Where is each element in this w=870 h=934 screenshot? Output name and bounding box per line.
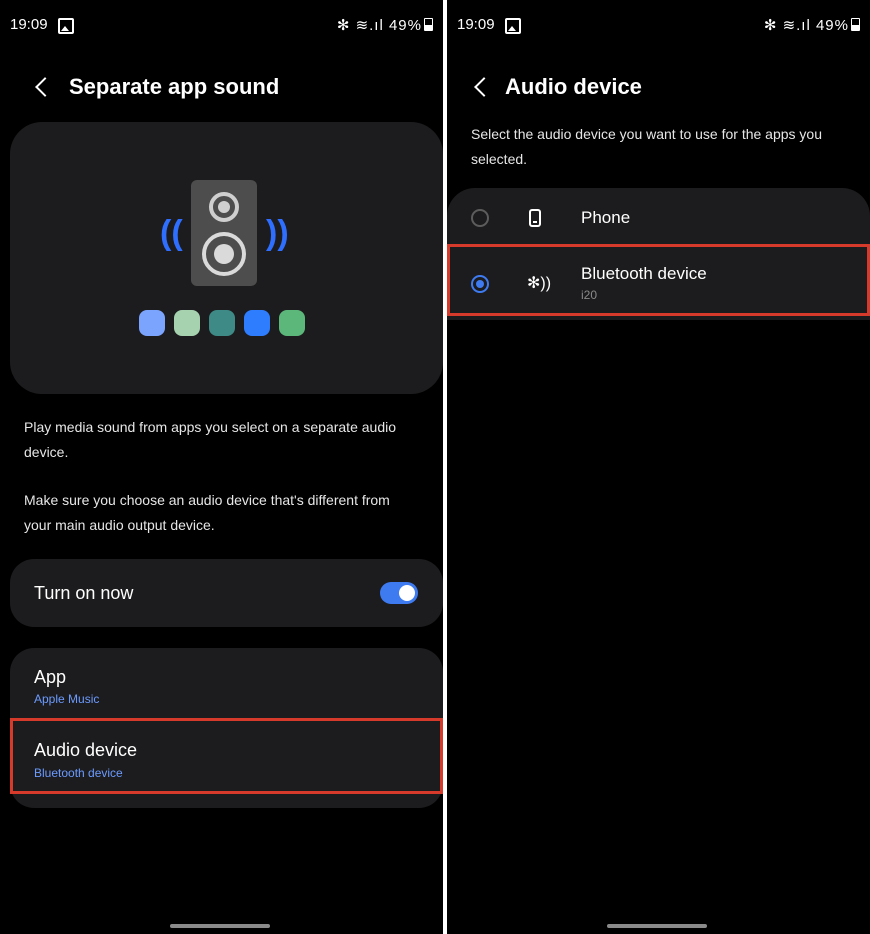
phone-radio[interactable] — [471, 209, 489, 227]
speaker-woofer — [202, 232, 246, 276]
gallery-notification-icon — [58, 18, 74, 34]
status-indicators: ✻ ≋.ıl 49% — [336, 17, 422, 34]
toggle-knob — [399, 585, 415, 601]
app-dot-4 — [244, 310, 270, 336]
status-icons: ✻ ≋.ıl 49% — [337, 16, 433, 34]
speaker-icon — [191, 180, 257, 286]
status-indicators: ✻ ≋.ıl 49% — [763, 17, 849, 34]
page-title: Audio device — [505, 74, 642, 99]
separate-app-sound-screen: 19:09 ✻ ≋.ıl 49% Separate app sound (( )… — [0, 0, 443, 934]
audio-device-highlight-box — [10, 718, 443, 794]
feature-description: Play media sound from apps you select on… — [24, 419, 397, 460]
turn-on-now-label: Turn on now — [34, 583, 134, 603]
sound-wave-left-icon: (( — [160, 214, 183, 252]
battery-icon — [851, 18, 860, 31]
status-time: 19:09 — [457, 16, 495, 33]
audio-device-screen: 19:09 ✻ ≋.ıl 49% Audio device Select the… — [447, 0, 870, 934]
status-icons: ✻ ≋.ıl 49% — [764, 16, 860, 34]
battery-icon — [424, 18, 433, 31]
turn-on-toggle[interactable] — [380, 582, 418, 604]
app-dot-5 — [279, 310, 305, 336]
sound-wave-right-icon: )) — [266, 214, 289, 252]
status-bar: 19:09 ✻ ≋.ıl 49% — [0, 16, 443, 38]
app-dot-1 — [139, 310, 165, 336]
gallery-notification-icon — [505, 18, 521, 34]
back-arrow-icon[interactable] — [35, 77, 55, 97]
separate-sound-illustration: (( )) — [10, 122, 443, 394]
app-dot-2 — [174, 310, 200, 336]
app-dot-3 — [209, 310, 235, 336]
status-bar: 19:09 ✻ ≋.ıl 49% — [447, 16, 870, 38]
app-row-title: App — [34, 667, 67, 687]
speaker-tweeter — [209, 192, 239, 222]
home-indicator — [607, 924, 707, 928]
bluetooth-device-highlight-box — [447, 244, 870, 316]
status-time: 19:09 — [10, 16, 48, 33]
turn-on-now-row[interactable]: Turn on now — [10, 559, 443, 627]
back-arrow-icon[interactable] — [474, 77, 494, 97]
audio-device-description: Select the audio device you want to use … — [471, 126, 823, 167]
app-row-value: Apple Music — [34, 692, 100, 706]
phone-icon — [529, 209, 541, 227]
home-indicator — [170, 924, 270, 928]
feature-note: Make sure you choose an audio device tha… — [24, 492, 390, 533]
phone-label: Phone — [581, 208, 631, 227]
page-title: Separate app sound — [69, 74, 280, 99]
